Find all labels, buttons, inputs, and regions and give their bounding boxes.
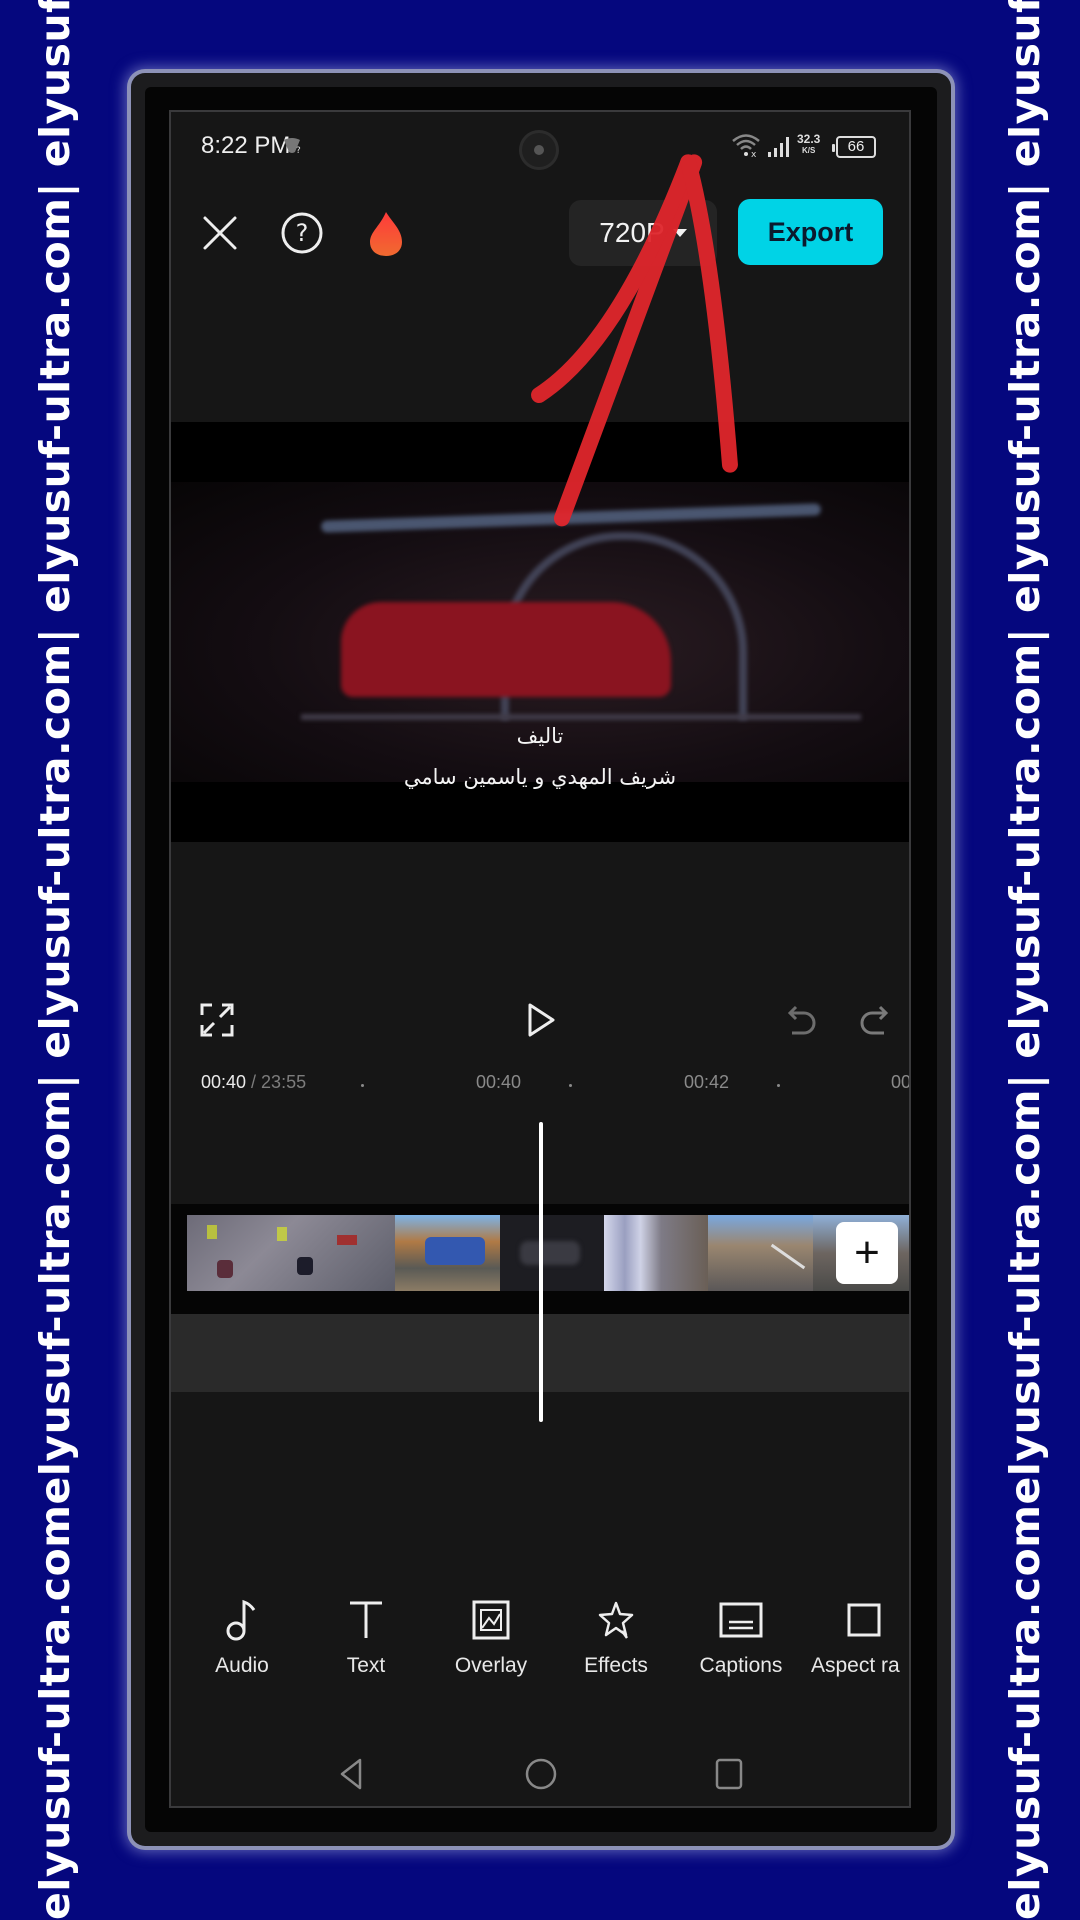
- recents-icon: [715, 1758, 743, 1790]
- captions-icon: [719, 1602, 763, 1638]
- toolbar-item-overlay[interactable]: Overlay: [436, 1592, 546, 1678]
- clip-thumbnail[interactable]: [187, 1215, 395, 1291]
- clip-caption-strip: [311, 1288, 791, 1298]
- caret-down-icon: [672, 229, 687, 237]
- tick-label: 00:42: [684, 1072, 730, 1092]
- toolbar-item-effects[interactable]: Effects: [561, 1592, 671, 1678]
- svg-text:?: ?: [296, 219, 309, 247]
- red-arrow-annotation: [531, 154, 738, 527]
- tick-label: 00: [891, 1072, 911, 1092]
- watermark-left: elyusuf-ultra.comelyusuf-ultra.com| elyu…: [31, 0, 79, 1920]
- toolbar-item-audio[interactable]: Audio: [187, 1592, 297, 1678]
- back-button[interactable]: [331, 1754, 371, 1794]
- toolbar-item-captions[interactable]: Captions: [686, 1592, 796, 1678]
- timeline-ruler: 00:40 / 23:55 00:40 00:42 00: [171, 1072, 909, 1102]
- close-button[interactable]: [197, 210, 243, 256]
- pro-button[interactable]: [363, 208, 409, 260]
- add-clip-button[interactable]: +: [836, 1222, 898, 1284]
- back-icon: [340, 1758, 362, 1790]
- subtitle-line-2: شريف المهدي و ياسمين سامي: [403, 765, 677, 789]
- clip-strip[interactable]: [187, 1215, 909, 1291]
- text-icon: [350, 1601, 382, 1638]
- music-note-icon: [226, 1599, 256, 1641]
- help-icon: ?: [281, 212, 323, 254]
- location-icon: ?: [281, 136, 303, 161]
- resolution-value: 720P: [599, 217, 665, 248]
- undo-button[interactable]: [783, 1000, 819, 1040]
- signal-icon: [767, 136, 791, 163]
- undo-icon: [787, 1005, 816, 1035]
- home-icon: [525, 1758, 557, 1790]
- status-bar: 8:22 PM ? x 32.3 K/S 66: [171, 112, 909, 182]
- play-icon: [528, 1003, 555, 1037]
- video-preview[interactable]: تاليف شريف المهدي و ياسمين سامي: [171, 422, 909, 842]
- effects-star-icon: [598, 1601, 634, 1639]
- tick-label: 00:40: [476, 1072, 522, 1092]
- system-nav-bar: [171, 1742, 909, 1806]
- battery-indicator: 66: [832, 136, 876, 158]
- clip-thumbnail[interactable]: [500, 1215, 604, 1291]
- help-button[interactable]: ?: [279, 210, 325, 256]
- fullscreen-button[interactable]: [197, 1000, 237, 1040]
- recents-button[interactable]: [709, 1754, 749, 1794]
- status-time: 8:22 PM: [201, 132, 291, 159]
- subtitle-line-1: تاليف: [516, 724, 564, 748]
- car-image: [341, 602, 671, 697]
- aspect-ratio-icon: [847, 1603, 881, 1637]
- total-time: / 23:55: [246, 1072, 307, 1092]
- play-button[interactable]: [521, 998, 561, 1042]
- close-icon: [203, 216, 237, 250]
- fullscreen-icon: [200, 1003, 234, 1037]
- redo-icon: [860, 1005, 889, 1035]
- overlay-icon: [472, 1600, 510, 1640]
- clip-thumbnail[interactable]: [708, 1215, 813, 1291]
- playhead[interactable]: [539, 1122, 543, 1422]
- watermark-right: elyusuf-ultra.comelyusuf-ultra.com| elyu…: [1001, 0, 1049, 1920]
- current-time: 00:40 / 23:55: [201, 1072, 307, 1092]
- toolbar-item-text[interactable]: Text: [311, 1592, 421, 1678]
- front-camera: [519, 130, 559, 170]
- bottom-toolbar: Audio Text Overlay Effects Captions Aspe…: [171, 1592, 909, 1712]
- phone-screen: 8:22 PM ? x 32.3 K/S 66 ? 720P Export تا…: [169, 110, 911, 1808]
- home-button[interactable]: [521, 1754, 561, 1794]
- redo-button[interactable]: [857, 1000, 893, 1040]
- toolbar-item-aspect-ratio[interactable]: Aspect ra: [811, 1592, 909, 1678]
- export-button[interactable]: Export: [738, 199, 883, 265]
- network-speed: 32.3 K/S: [797, 132, 821, 155]
- svg-text:?: ?: [296, 146, 301, 156]
- svg-text:x: x: [751, 150, 757, 158]
- wifi-off-icon: x: [731, 132, 761, 163]
- clip-thumbnail[interactable]: [395, 1215, 500, 1291]
- clip-thumbnail[interactable]: [604, 1215, 708, 1291]
- flame-icon: [370, 212, 402, 256]
- resolution-dropdown[interactable]: 720P: [569, 200, 717, 266]
